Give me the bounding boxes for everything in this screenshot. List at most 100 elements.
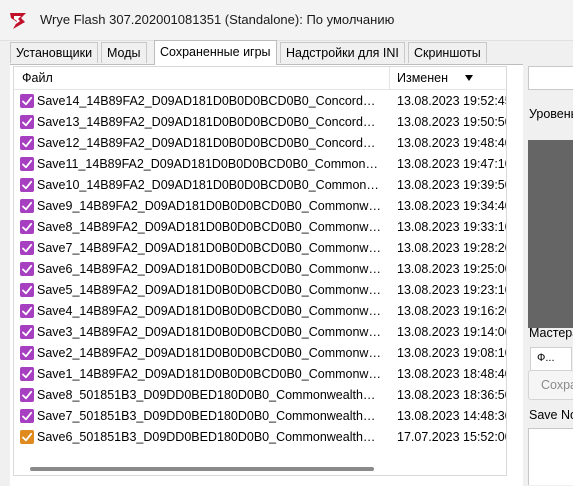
table-row[interactable]: Save6_14B89FA2_D09AD181D0B0D0BCD0B0_Comm… [14,259,506,280]
sort-descending-icon[interactable] [465,75,473,81]
checkmark-icon [22,327,33,337]
save-details-pane: Уровень Мастера Ф... Сохранить Save Note… [527,64,573,485]
save-modified-date: 13.08.2023 18:48:40 [397,367,506,381]
row-checkbox[interactable] [20,346,34,360]
save-name-field[interactable] [528,66,573,90]
row-checkbox[interactable] [20,220,34,234]
masters-label: Мастера [529,326,573,340]
row-checkbox[interactable] [20,430,34,444]
row-checkbox[interactable] [20,157,34,171]
table-row[interactable]: Save9_14B89FA2_D09AD181D0B0D0BCD0B0_Comm… [14,196,506,217]
table-row[interactable]: Save3_14B89FA2_D09AD181D0B0D0BCD0B0_Comm… [14,322,506,343]
save-modified-date: 13.08.2023 18:36:50 [397,388,506,402]
table-row[interactable]: Save7_501851B3_D09DD0BED180D0B0_Commonwe… [14,406,506,427]
checkmark-icon [22,159,33,169]
checkmark-icon [22,411,33,421]
row-checkbox[interactable] [20,115,34,129]
table-row[interactable]: Save1_14B89FA2_D09AD181D0B0D0BCD0B0_Comm… [14,364,506,385]
save-file-name: Save1_14B89FA2_D09AD181D0B0D0BCD0B0_Comm… [37,367,382,381]
checkmark-icon [22,390,33,400]
row-checkbox[interactable] [20,409,34,423]
save-modified-date: 13.08.2023 19:14:00 [397,325,506,339]
save-modified-date: 13.08.2023 19:50:50 [397,115,506,129]
save-modified-date: 13.08.2023 19:34:40 [397,199,506,213]
save-modified-date: 17.07.2023 15:52:00 [397,430,506,444]
row-checkbox[interactable] [20,367,34,381]
save-file-name: Save7_501851B3_D09DD0BED180D0B0_Commonwe… [37,409,382,423]
table-row[interactable]: Save10_14B89FA2_D09AD181D0B0D0BCD0B0_Com… [14,175,506,196]
checkmark-icon [22,222,33,232]
table-row[interactable]: Save8_501851B3_D09DD0BED180D0B0_Commonwe… [14,385,506,406]
save-notes-textarea[interactable] [528,428,573,485]
checkmark-icon [22,138,33,148]
table-row[interactable]: Save13_14B89FA2_D09AD181D0B0D0BCD0B0_Con… [14,112,506,133]
checkmark-icon [22,180,33,190]
row-checkbox[interactable] [20,178,34,192]
row-checkbox[interactable] [20,94,34,108]
save-file-name: Save6_501851B3_D09DD0BED180D0B0_Commonwe… [37,430,382,444]
table-row[interactable]: Save6_501851B3_D09DD0BED180D0B0_Commonwe… [14,427,506,448]
save-file-name: Save6_14B89FA2_D09AD181D0B0D0BCD0B0_Comm… [37,262,382,276]
save-file-name: Save11_14B89FA2_D09AD181D0B0D0BCD0B0_Com… [37,157,382,171]
table-row[interactable]: Save5_14B89FA2_D09AD181D0B0D0BCD0B0_Comm… [14,280,506,301]
save-modified-date: 13.08.2023 19:25:00 [397,262,506,276]
row-checkbox[interactable] [20,283,34,297]
main-tabstrip: Установщики Моды Сохраненные игры Надстр… [0,40,573,65]
level-label: Уровень [529,107,573,121]
row-checkbox[interactable] [20,199,34,213]
save-file-name: Save3_14B89FA2_D09AD181D0B0D0BCD0B0_Comm… [37,325,382,339]
column-header-modified[interactable]: Изменен [397,71,448,85]
column-header-file[interactable]: Файл [22,71,53,85]
column-divider[interactable] [389,67,390,89]
save-file-name: Save4_14B89FA2_D09AD181D0B0D0BCD0B0_Comm… [37,304,382,318]
checkmark-icon [22,243,33,253]
save-file-name: Save2_14B89FA2_D09AD181D0B0D0BCD0B0_Comm… [37,346,382,360]
save-file-name: Save8_501851B3_D09DD0BED180D0B0_Commonwe… [37,388,382,402]
save-modified-date: 13.08.2023 19:28:20 [397,241,506,255]
saves-list[interactable]: Файл Изменен Save14_14B89FA2_D09AD181D0B… [13,66,507,476]
save-screenshot-image [528,140,573,328]
save-file-name: Save10_14B89FA2_D09AD181D0B0D0BCD0B0_Com… [37,178,382,192]
row-checkbox[interactable] [20,304,34,318]
table-row[interactable]: Save7_14B89FA2_D09AD181D0B0D0BCD0B0_Comm… [14,238,506,259]
save-modified-date: 13.08.2023 14:48:30 [397,409,506,423]
horizontal-scrollbar-thumb[interactable] [30,467,374,471]
checkmark-icon [22,348,33,358]
save-modified-date: 13.08.2023 19:52:45 [397,94,506,108]
table-row[interactable]: Save11_14B89FA2_D09AD181D0B0D0BCD0B0_Com… [14,154,506,175]
list-header: Файл Изменен [14,67,506,90]
tab-mods[interactable]: Моды [101,42,147,63]
masters-file-column-tab[interactable]: Ф... [530,347,572,371]
title-bar: Wrye Flash 307.202001081351 (Standalone)… [0,0,573,41]
save-notes-label: Save Notes [529,408,573,422]
save-file-name: Save9_14B89FA2_D09AD181D0B0D0BCD0B0_Comm… [37,199,382,213]
checkmark-icon [22,285,33,295]
save-file-name: Save8_14B89FA2_D09AD181D0B0D0BCD0B0_Comm… [37,220,382,234]
checkmark-icon [22,201,33,211]
checkmark-icon [22,117,33,127]
tab-installers[interactable]: Установщики [10,42,99,63]
save-modified-date: 13.08.2023 19:47:10 [397,157,506,171]
table-row[interactable]: Save4_14B89FA2_D09AD181D0B0D0BCD0B0_Comm… [14,301,506,322]
table-row[interactable]: Save14_14B89FA2_D09AD181D0B0D0BCD0B0_Con… [14,91,506,112]
row-checkbox[interactable] [20,325,34,339]
save-button[interactable]: Сохранить [528,370,573,400]
checkmark-icon [22,264,33,274]
checkmark-icon [22,96,33,106]
save-modified-date: 13.08.2023 19:08:10 [397,346,506,360]
checkmark-icon [22,306,33,316]
row-checkbox[interactable] [20,388,34,402]
table-row[interactable]: Save8_14B89FA2_D09AD181D0B0D0BCD0B0_Comm… [14,217,506,238]
row-checkbox[interactable] [20,262,34,276]
tab-screenshots[interactable]: Скриншоты [408,42,487,63]
table-row[interactable]: Save2_14B89FA2_D09AD181D0B0D0BCD0B0_Comm… [14,343,506,364]
row-checkbox[interactable] [20,136,34,150]
save-modified-date: 13.08.2023 19:48:40 [397,136,506,150]
table-row[interactable]: Save12_14B89FA2_D09AD181D0B0D0BCD0B0_Con… [14,133,506,154]
window-title: Wrye Flash 307.202001081351 (Standalone)… [40,12,395,27]
tab-ini-tweaks[interactable]: Надстройки для INI [280,42,405,63]
save-button-label: Сохранить [541,378,573,392]
row-checkbox[interactable] [20,241,34,255]
tab-saved-games[interactable]: Сохраненные игры [154,40,277,65]
save-file-name: Save14_14B89FA2_D09AD181D0B0D0BCD0B0_Con… [37,94,382,108]
